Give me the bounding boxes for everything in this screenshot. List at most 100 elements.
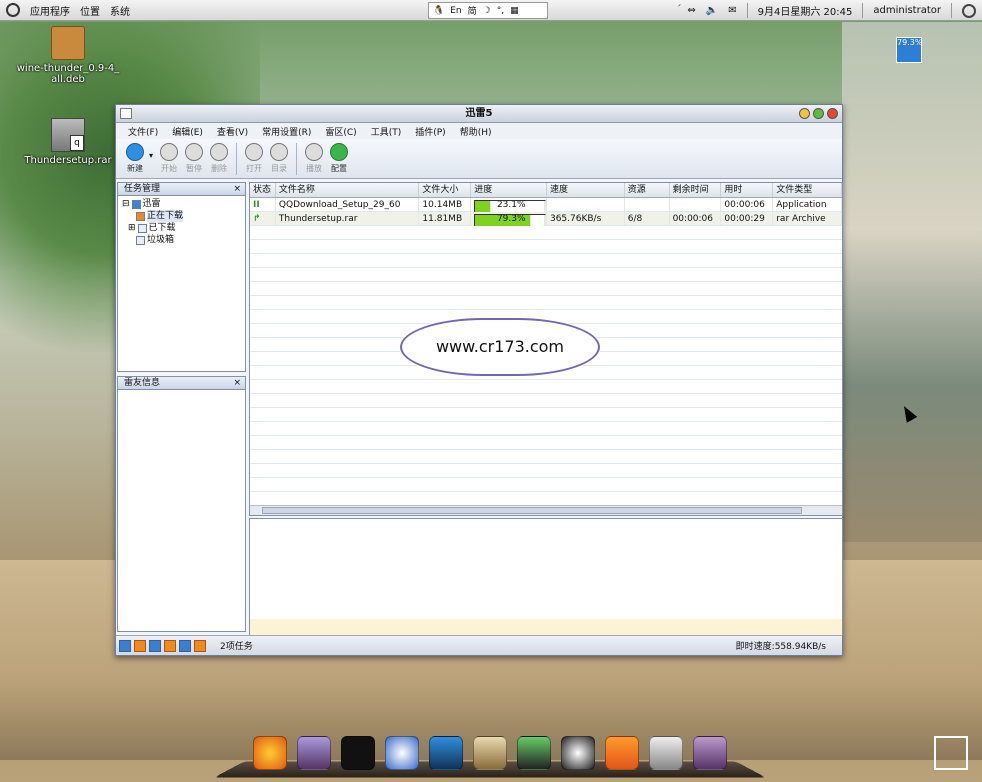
scrollbar-thumb[interactable] [262, 507, 802, 514]
menu-zone[interactable]: 雷区(C) [325, 125, 356, 138]
input-lang[interactable]: En [450, 6, 461, 16]
screen-icon[interactable] [693, 736, 727, 770]
menu-tools[interactable]: 工具(T) [371, 125, 402, 138]
plus-icon [126, 143, 144, 161]
task-elapsed: 00:00:29 [721, 211, 774, 226]
toolbar-label: 打开 [246, 164, 262, 173]
pause-button[interactable]: 暂停 [183, 143, 205, 174]
col-speed[interactable]: 速度 [547, 183, 625, 197]
menu-settings[interactable]: 常用设置(R) [262, 125, 311, 138]
tree-node-downloading[interactable]: 正在下载 [122, 210, 241, 222]
open-button[interactable]: 打开 [243, 143, 265, 174]
keyboard-icon[interactable]: ▦ [510, 6, 519, 16]
download-manager-icon[interactable] [605, 736, 639, 770]
task-speed: 365.76KB/s [547, 211, 625, 226]
power-icon[interactable] [962, 3, 976, 18]
menu-help[interactable]: 帮助(H) [460, 125, 492, 138]
task-sources: 6/8 [625, 211, 670, 226]
toolbar: 新建 ▾ 开始 暂停 删除 打开 目录 播放 配置 [116, 139, 842, 179]
status-icon-3[interactable] [149, 639, 161, 652]
left-pane: 任务管理 × ⊟ 迅雷 正在下载 ⊞ 已下载 垃圾箱 雷友信息 × [117, 182, 246, 632]
download-float-widget[interactable]: 79.3% [896, 37, 922, 63]
panel-header: 雷友信息 × [118, 377, 245, 390]
menu-plugins[interactable]: 插件(P) [415, 125, 445, 138]
start-button[interactable]: 开始 [158, 143, 180, 174]
thunder-dock-icon[interactable] [429, 736, 463, 770]
tree-label: 垃圾箱 [147, 235, 175, 245]
toolbar-label: 删除 [211, 164, 227, 173]
status-icon-4[interactable] [164, 639, 176, 652]
status-icon-2[interactable] [134, 639, 146, 652]
desktop-icon-rar[interactable]: q Thundersetup.rar [20, 118, 116, 166]
media-icon[interactable] [517, 736, 551, 770]
close-button[interactable] [827, 108, 838, 119]
instant-speed: 即时速度:558.94KB/s [735, 642, 826, 652]
qq-icon[interactable] [561, 736, 595, 770]
folder-button[interactable]: 目录 [268, 143, 290, 174]
col-size[interactable]: 文件大小 [419, 183, 472, 197]
minimize-button[interactable] [799, 108, 810, 119]
mail-icon[interactable]: ✉ [728, 5, 736, 16]
window-titlebar[interactable]: 迅雷5 [116, 105, 842, 123]
punctuation-icon[interactable]: °, [497, 6, 504, 16]
volume-icon[interactable]: 🔈 [706, 5, 718, 16]
panel-title: 雷友信息 [124, 378, 161, 388]
tree-node-trash[interactable]: 垃圾箱 [122, 234, 241, 246]
col-status[interactable]: 状态 [250, 183, 276, 197]
task-progress-cell: 23.1% [471, 197, 547, 212]
tree-expander-icon[interactable]: ⊞ [128, 222, 136, 234]
chrome-icon[interactable] [385, 736, 419, 770]
firefox-icon[interactable] [253, 736, 287, 770]
menu-places[interactable]: 位置 [80, 3, 100, 18]
detail-footer [250, 619, 842, 635]
download-arrow-icon[interactable]: ↱ [250, 211, 276, 226]
tree-node-downloaded[interactable]: ⊞ 已下载 [122, 222, 241, 234]
panel-close-icon[interactable]: × [233, 377, 241, 389]
tree-expander-icon[interactable]: ⊟ [122, 198, 130, 210]
trash-dock-icon[interactable] [649, 736, 683, 770]
col-progress[interactable]: 进度 [471, 183, 547, 197]
new-task-dropdown-icon[interactable]: ▾ [149, 151, 155, 160]
new-task-button[interactable]: 新建 [124, 143, 146, 174]
progress-bar: 79.3% [474, 213, 546, 226]
clock[interactable]: 9月4日星期六 20:45 [758, 3, 853, 18]
horizontal-scrollbar[interactable] [250, 505, 842, 515]
expand-icon[interactable] [934, 736, 968, 770]
menu-edit[interactable]: 编辑(E) [172, 125, 203, 138]
moon-icon[interactable]: ☽ [483, 6, 491, 16]
status-icon-5[interactable] [179, 639, 191, 652]
network-icon[interactable]: ⇔ [687, 5, 695, 16]
monitor-icon[interactable] [297, 736, 331, 770]
col-elapsed[interactable]: 用时 [721, 183, 774, 197]
panel-title: 任务管理 [124, 184, 161, 194]
delete-button[interactable]: 删除 [208, 143, 230, 174]
col-sources[interactable]: 资源 [625, 183, 670, 197]
table-row[interactable]: II QQDownload_Setup_29_60 10.14MB 23.1% … [250, 197, 842, 212]
menu-file[interactable]: 文件(F) [128, 125, 158, 138]
window-menu-icon[interactable] [120, 108, 132, 119]
menu-view[interactable]: 查看(V) [217, 125, 248, 138]
table-row[interactable]: ↱ Thundersetup.rar 11.81MB 79.3% 365.76K… [250, 211, 842, 226]
input-method-bar[interactable]: 🐧 En 简 ☽ °, ▦ [428, 2, 548, 19]
maximize-button[interactable] [813, 108, 824, 119]
input-simplified[interactable]: 简 [468, 4, 477, 17]
status-icon-6[interactable] [194, 639, 206, 652]
menu-system[interactable]: 系统 [110, 3, 130, 18]
tree-node-thunder[interactable]: ⊟ 迅雷 [122, 198, 241, 210]
terminal-icon[interactable] [341, 736, 375, 770]
pause-icon[interactable]: II [250, 197, 276, 212]
desktop-icon-deb[interactable]: wine-thunder_0.9-4_ all.deb [16, 26, 120, 85]
col-remaining[interactable]: 剩余时间 [670, 183, 722, 197]
menu-applications[interactable]: 应用程序 [30, 3, 70, 18]
user-menu[interactable]: administrator [873, 5, 941, 16]
play-button[interactable]: 播放 [303, 143, 325, 174]
status-icon-1[interactable] [119, 639, 131, 652]
gimp-icon[interactable] [473, 736, 507, 770]
task-size: 10.14MB [419, 197, 472, 212]
col-name[interactable]: 文件名称 [276, 183, 420, 197]
window-title: 迅雷5 [465, 108, 493, 119]
col-type[interactable]: 文件类型 [773, 183, 842, 197]
panel-close-icon[interactable]: × [233, 183, 241, 195]
config-button[interactable]: 配置 [328, 143, 350, 174]
ubuntu-logo-icon[interactable] [6, 3, 20, 17]
